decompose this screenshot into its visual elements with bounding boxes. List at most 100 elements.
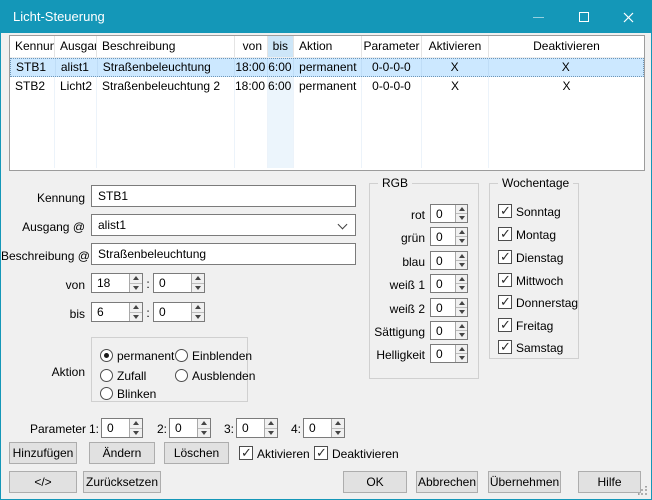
parameter-3-spinner[interactable]: 0: [236, 418, 278, 438]
spinner-down-icon[interactable]: [456, 213, 467, 222]
cell-deaktivieren: X: [489, 59, 643, 76]
weiss2-label: weiß 2: [341, 302, 425, 316]
abbrechen-button[interactable]: Abbrechen: [416, 471, 478, 493]
radio-einblenden-label: Einblenden: [192, 349, 252, 363]
spinner-down-icon[interactable]: [192, 283, 204, 293]
spinner-up-icon[interactable]: [456, 299, 467, 307]
rot-spinner[interactable]: 0: [430, 204, 468, 223]
hinzufuegen-button[interactable]: Hinzufügen: [9, 442, 77, 464]
spinner-up-icon[interactable]: [130, 419, 142, 428]
spinner-down-icon[interactable]: [456, 353, 467, 362]
parameter-3-label: 3:: [222, 422, 234, 436]
spinner-up-icon[interactable]: [130, 303, 142, 312]
ausgang-select[interactable]: alist1: [91, 214, 356, 236]
minimize-button[interactable]: [516, 1, 561, 33]
spinner-up-icon[interactable]: [456, 345, 467, 353]
ok-button[interactable]: OK: [343, 471, 407, 493]
hilfe-button[interactable]: Hilfe: [578, 471, 641, 493]
column-header-deaktivieren[interactable]: Deaktivieren: [489, 36, 644, 57]
parameter-1-label: 1:: [87, 422, 99, 436]
spinner-up-icon[interactable]: [198, 419, 210, 428]
radio-einblenden[interactable]: [175, 349, 188, 362]
spinner-down-icon[interactable]: [198, 428, 210, 438]
checkbox-deaktivieren[interactable]: ✓: [314, 446, 328, 460]
kennung-input[interactable]: STB1: [91, 185, 356, 207]
spinner-up-icon[interactable]: [456, 322, 467, 330]
spinner-down-icon[interactable]: [130, 312, 142, 322]
radio-blinken[interactable]: [100, 387, 113, 400]
spinner-down-icon[interactable]: [192, 312, 204, 322]
cell-bis: 6:00: [268, 77, 294, 96]
spinner-down-icon[interactable]: [456, 307, 467, 316]
spinner-up-icon[interactable]: [456, 228, 467, 236]
minimize-icon: [533, 17, 544, 18]
spinner-down-icon[interactable]: [130, 428, 142, 438]
bis-minute-spinner[interactable]: 0: [153, 302, 205, 322]
gruen-spinner[interactable]: 0: [430, 227, 468, 246]
spinner-up-icon[interactable]: [192, 303, 204, 312]
blau-spinner[interactable]: 0: [430, 251, 468, 270]
weiss1-spinner[interactable]: 0: [430, 274, 468, 293]
spinner-down-icon[interactable]: [456, 330, 467, 339]
column-header-aktion[interactable]: Aktion: [294, 36, 362, 57]
column-header-beschreibung[interactable]: Beschreibung: [97, 36, 235, 57]
zuruecksetzen-button[interactable]: Zurücksetzen: [83, 471, 161, 493]
parameter-label: Parameter: [1, 422, 86, 436]
table-row[interactable]: STB2 Licht2 Straßenbeleuchtung 2 18:00 6…: [10, 77, 644, 96]
code-view-button[interactable]: </>: [9, 471, 77, 493]
spinner-up-icon[interactable]: [456, 205, 467, 213]
spinner-up-icon[interactable]: [456, 275, 467, 283]
checkbox-sonntag[interactable]: ✓: [498, 204, 512, 218]
column-header-parameter[interactable]: Parameter: [362, 36, 422, 57]
checkbox-mittwoch[interactable]: ✓: [498, 273, 512, 287]
column-header-bis[interactable]: bis: [268, 36, 294, 57]
spinner-down-icon[interactable]: [130, 283, 142, 293]
ausgang-label: Ausgang @: [1, 220, 85, 234]
table-row[interactable]: STB1 alist1 Straßenbeleuchtung 18:00 6:0…: [10, 58, 644, 77]
spinner-down-icon[interactable]: [456, 260, 467, 269]
checkbox-dienstag[interactable]: ✓: [498, 250, 512, 264]
radio-ausblenden[interactable]: [175, 369, 188, 382]
uebernehmen-button[interactable]: Übernehmen: [488, 471, 561, 493]
aendern-button[interactable]: Ändern: [89, 442, 155, 464]
spinner-up-icon[interactable]: [265, 419, 277, 428]
parameter-4-spinner[interactable]: 0: [303, 418, 345, 438]
blau-label: blau: [341, 255, 425, 269]
column-header-kennung[interactable]: Kennung: [10, 36, 55, 57]
von-hour-spinner[interactable]: 18: [91, 273, 143, 293]
spinner-down-icon[interactable]: [456, 283, 467, 292]
spinner-down-icon[interactable]: [332, 428, 344, 438]
maximize-button[interactable]: [561, 1, 606, 33]
column-header-von[interactable]: von: [235, 36, 268, 57]
spinner-up-icon[interactable]: [332, 419, 344, 428]
saettigung-value: 0: [431, 322, 455, 339]
checkbox-samstag[interactable]: ✓: [498, 340, 512, 354]
resize-grip-icon[interactable]: [638, 486, 648, 496]
bis-hour-spinner[interactable]: 6: [91, 302, 143, 322]
parameter-2-spinner[interactable]: 0: [169, 418, 211, 438]
beschreibung-input[interactable]: Straßenbeleuchtung: [91, 243, 356, 265]
close-button[interactable]: [606, 1, 651, 33]
checkbox-montag[interactable]: ✓: [498, 227, 512, 241]
checkbox-freitag[interactable]: ✓: [498, 318, 512, 332]
loeschen-button[interactable]: Löschen: [164, 442, 229, 464]
gruen-value: 0: [431, 228, 455, 245]
column-header-aktivieren[interactable]: Aktivieren: [422, 36, 489, 57]
radio-permanent[interactable]: [100, 349, 113, 362]
von-minute-spinner[interactable]: 0: [153, 273, 205, 293]
spinner-down-icon[interactable]: [265, 428, 277, 438]
weiss2-spinner[interactable]: 0: [430, 298, 468, 317]
column-header-ausgang[interactable]: Ausgang: [55, 36, 97, 57]
spinner-up-icon[interactable]: [456, 252, 467, 260]
helligkeit-spinner[interactable]: 0: [430, 344, 468, 363]
radio-zufall[interactable]: [100, 369, 113, 382]
checkbox-aktivieren[interactable]: ✓: [239, 446, 253, 460]
parameter-1-spinner[interactable]: 0: [101, 418, 143, 438]
checkbox-donnerstag[interactable]: ✓: [498, 295, 512, 309]
parameter-2-value: 0: [170, 419, 197, 437]
wochentage-group: Wochentage ✓ Sonntag ✓ Montag ✓ Dienstag…: [489, 183, 579, 359]
spinner-down-icon[interactable]: [456, 236, 467, 245]
spinner-up-icon[interactable]: [192, 274, 204, 283]
spinner-up-icon[interactable]: [130, 274, 142, 283]
saettigung-spinner[interactable]: 0: [430, 321, 468, 340]
